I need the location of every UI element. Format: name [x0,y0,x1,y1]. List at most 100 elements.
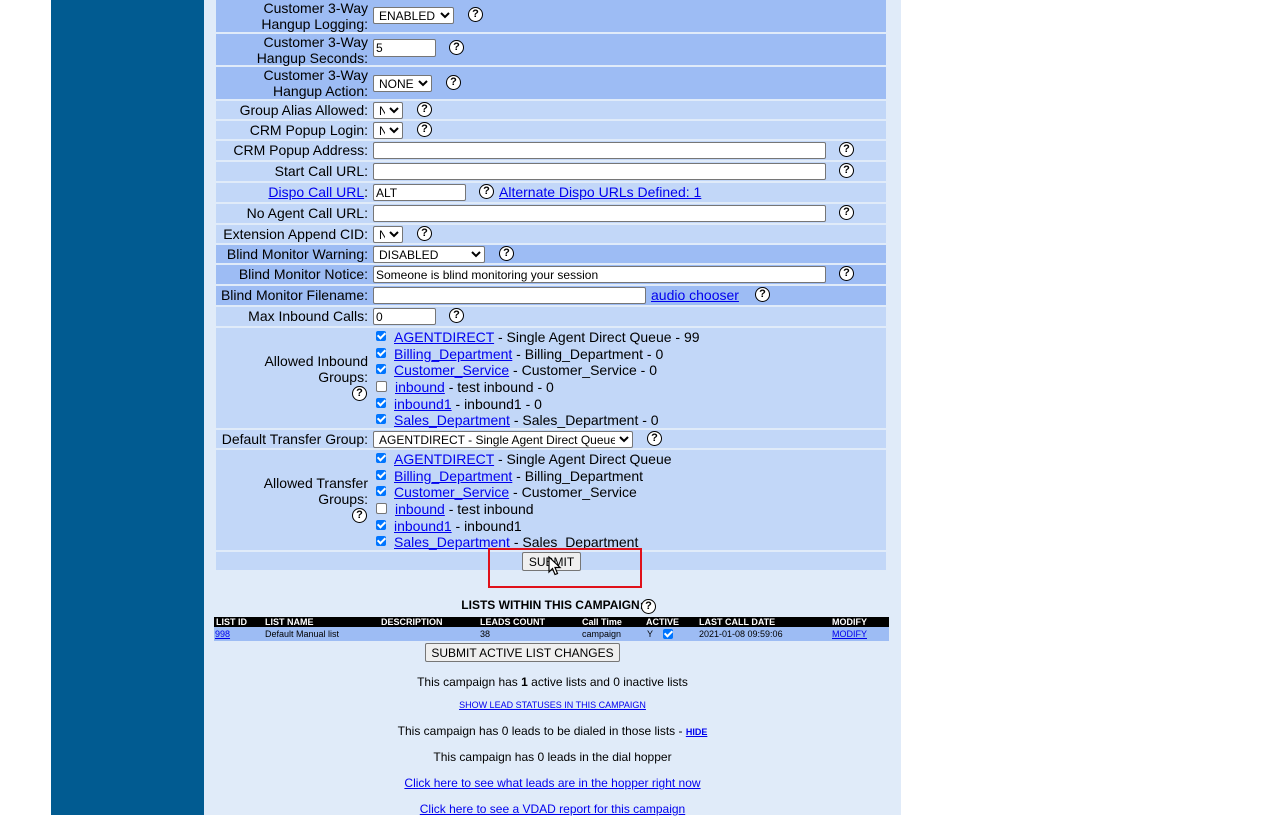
extension-append-cid-select[interactable]: N [373,226,403,243]
customer-3way-hangup-action-select[interactable]: NONE [373,75,432,92]
show-lead-statuses-link[interactable]: SHOW LEAD STATUSES IN THIS CAMPAIGN [459,700,646,710]
row-customer-3way-hangup-logging: Customer 3-Way Hangup Logging: ENABLED ? [216,0,886,32]
label-line2: Hangup Seconds: [256,50,368,66]
inbound-group-desc: - test inbound - 0 [444,379,554,395]
dispo-call-url-link[interactable]: Dispo Call URL [268,184,364,200]
inbound-group-link[interactable]: inbound1 [394,396,452,412]
transfer-group-checkbox[interactable] [376,536,386,547]
alternate-dispo-urls-link[interactable]: Alternate Dispo URLs Defined: 1 [499,184,701,200]
transfer-group-desc: - Single Agent Direct Queue [494,451,672,467]
help-icon[interactable]: ? [839,163,854,178]
label-customer-3way-hangup-action: Customer 3-Way Hangup Action: [216,67,368,99]
help-icon[interactable]: ? [417,122,432,137]
inbound-group-link[interactable]: Billing_Department [394,346,512,362]
help-icon[interactable]: ? [352,508,367,523]
submit-active-list-changes-button[interactable]: SUBMIT ACTIVE LIST CHANGES [425,643,620,662]
list-modify-link[interactable]: MODIFY [832,629,867,639]
transfer-group-item: Billing_Department - Billing_Department [376,468,643,484]
row-crm-popup-address: CRM Popup Address: ? [216,141,886,160]
label-default-transfer-group: Default Transfer Group: [221,431,368,447]
list-name: Default Manual list [265,629,340,639]
transfer-group-link[interactable]: inbound [395,501,445,517]
inbound-group-desc: - Customer_Service - 0 [509,362,657,378]
inbound-group-checkbox[interactable] [376,398,386,409]
transfer-group-desc: - Billing_Department [512,468,644,484]
inbound-group-desc: - Sales_Department - 0 [509,412,659,428]
transfer-group-link[interactable]: Billing_Department [394,468,512,484]
list-id-link[interactable]: 998 [215,629,230,639]
help-icon[interactable]: ? [499,246,514,261]
list-active-checkbox[interactable] [663,629,673,639]
label-customer-3way-hangup-logging: Customer 3-Way Hangup Logging: [216,0,368,32]
transfer-group-checkbox[interactable] [376,470,386,481]
transfer-group-checkbox[interactable] [376,453,386,464]
help-icon[interactable]: ? [839,205,854,220]
active-lists-summary: This campaign has 1 active lists and 0 i… [204,675,901,689]
label-suffix: : [364,184,368,200]
inbound-group-desc: - inbound1 - 0 [451,396,542,412]
hide-link[interactable]: HIDE [686,727,708,737]
inbound-group-checkbox[interactable] [376,331,386,342]
help-icon[interactable]: ? [449,308,464,323]
help-icon[interactable]: ? [417,102,432,117]
left-sidebar [51,0,204,815]
mouse-cursor-icon [548,556,562,576]
vdad-report-link[interactable]: Click here to see a VDAD report for this… [420,802,685,816]
blind-monitor-notice-input[interactable] [373,266,826,283]
blind-monitor-warning-select[interactable]: DISABLED [373,246,485,263]
inbound-group-checkbox[interactable] [376,380,387,392]
row-no-agent-call-url: No Agent Call URL: ? [216,204,886,223]
help-icon[interactable]: ? [352,386,367,401]
max-inbound-calls-input[interactable] [373,308,436,325]
help-icon[interactable]: ? [446,75,461,90]
customer-3way-hangup-logging-select[interactable]: ENABLED [373,7,454,24]
row-blind-monitor-filename: Blind Monitor Filename: audio chooser ? [216,286,886,305]
label-line1: Customer 3-Way [263,34,368,50]
inbound-group-link[interactable]: AGENTDIRECT [394,329,494,345]
crm-popup-address-input[interactable] [373,142,826,159]
transfer-group-desc: - inbound1 [451,518,522,534]
help-icon[interactable]: ? [417,226,432,241]
help-icon[interactable]: ? [839,142,854,157]
inbound-group-item: inbound1 - inbound1 - 0 [376,396,542,412]
inbound-group-link[interactable]: Customer_Service [394,362,509,378]
default-transfer-group-select[interactable]: AGENTDIRECT - Single Agent Direct Queue [373,431,633,448]
no-agent-call-url-input[interactable] [373,205,826,222]
customer-3way-hangup-seconds-input[interactable] [373,39,436,57]
label-customer-3way-hangup-seconds: Customer 3-Way Hangup Seconds: [216,34,368,66]
transfer-group-item: inbound1 - inbound1 [376,518,522,534]
help-icon[interactable]: ? [641,599,656,614]
help-icon[interactable]: ? [449,40,464,55]
transfer-group-checkbox[interactable] [376,502,387,514]
header-leads-count: LEADS COUNT [480,617,545,627]
blind-monitor-filename-input[interactable] [373,287,646,304]
help-icon[interactable]: ? [647,431,662,446]
inbound-group-link[interactable]: Sales_Department [394,412,510,428]
label-line2: Groups: [318,491,368,507]
inbound-group-link[interactable]: inbound [395,379,445,395]
row-max-inbound-calls: Max Inbound Calls: ? [216,307,886,326]
table-row: 998 Default Manual list 38 campaign Y 20… [214,627,889,641]
audio-chooser-link[interactable]: audio chooser [651,287,739,303]
hopper-link[interactable]: Click here to see what leads are in the … [404,776,700,790]
help-icon[interactable]: ? [755,287,770,302]
transfer-group-checkbox[interactable] [376,486,386,497]
transfer-group-link[interactable]: AGENTDIRECT [394,451,494,467]
inbound-group-checkbox[interactable] [376,364,386,375]
help-icon[interactable]: ? [839,266,854,281]
inbound-group-item: Sales_Department - Sales_Department - 0 [376,412,659,428]
start-call-url-input[interactable] [373,163,826,180]
inbound-group-checkbox[interactable] [376,348,386,359]
hopper-link-wrap: Click here to see what leads are in the … [204,776,901,790]
crm-popup-login-select[interactable]: N [373,122,403,139]
header-description: DESCRIPTION [381,617,443,627]
transfer-group-checkbox[interactable] [376,520,386,531]
row-blind-monitor-warning: Blind Monitor Warning: DISABLED ? [216,245,886,263]
help-icon[interactable]: ? [479,184,494,199]
help-icon[interactable]: ? [468,7,483,22]
inbound-group-checkbox[interactable] [376,414,386,425]
transfer-group-link[interactable]: inbound1 [394,518,452,534]
dispo-call-url-input[interactable] [373,184,466,201]
group-alias-allowed-select[interactable]: N [373,102,403,119]
transfer-group-link[interactable]: Customer_Service [394,484,509,500]
